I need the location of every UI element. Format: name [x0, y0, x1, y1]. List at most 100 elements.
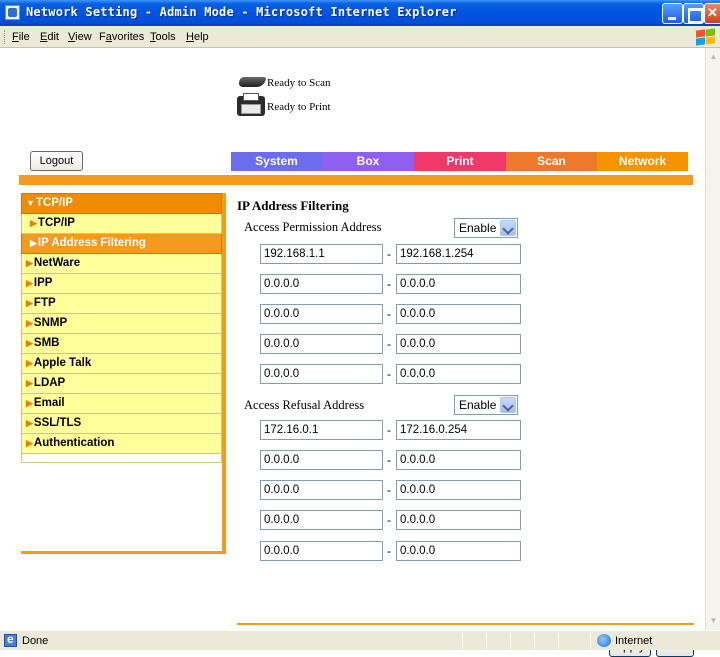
vertical-scrollbar[interactable]: ▲ ▼ [705, 48, 720, 630]
print-status-text: Ready to Print [267, 101, 331, 113]
arrow-icon: ▶ [26, 278, 33, 288]
permission-start-ip-5[interactable]: 0.0.0.0 [260, 364, 383, 384]
permission-end-ip-2[interactable]: 0.0.0.0 [396, 274, 521, 294]
nav-item-label: Authentication [33, 437, 115, 449]
menu-view[interactable]: View [68, 31, 92, 43]
nav-item-ftp[interactable]: ▶FTP [21, 294, 222, 314]
refusal-mode-select[interactable]: Enable [454, 395, 518, 415]
chevron-down-icon[interactable] [500, 397, 516, 413]
arrow-icon: ▶ [26, 318, 33, 328]
refusal-start-ip-3[interactable]: 0.0.0.0 [260, 480, 383, 500]
range-dash: - [387, 277, 391, 291]
menu-edit[interactable]: Edit [40, 31, 59, 43]
scanner-icon [237, 77, 267, 87]
status-separator [486, 633, 487, 649]
sidenav-edge [222, 193, 226, 554]
window-title: Network Setting - Admin Mode - Microsoft… [26, 5, 457, 19]
menu-favorites[interactable]: Favorites [99, 31, 144, 43]
tab-system[interactable]: System [231, 152, 322, 171]
nav-item-snmp[interactable]: ▶SNMP [21, 314, 222, 334]
refusal-end-ip-1[interactable]: 172.16.0.254 [396, 420, 521, 440]
nav-item-netware[interactable]: ▶NetWare [21, 254, 222, 274]
status-separator [590, 633, 591, 649]
internet-zone-icon [597, 634, 611, 647]
arrow-icon: ▶ [26, 438, 33, 448]
tab-network[interactable]: Network [597, 152, 688, 171]
refusal-end-ip-4[interactable]: 0.0.0.0 [396, 510, 521, 530]
nav-group-label: TCP/IP [35, 197, 73, 209]
tab-scan[interactable]: Scan [506, 152, 597, 171]
refusal-label: Access Refusal Address [244, 398, 365, 412]
nav-item-label: SMB [33, 337, 60, 349]
range-dash: - [387, 337, 391, 351]
toolbar-grip[interactable] [4, 30, 7, 44]
scroll-up-icon[interactable]: ▲ [707, 50, 720, 64]
range-dash: - [387, 423, 391, 437]
nav-item-label: LDAP [33, 377, 66, 389]
permission-range-3: 0.0.0.0 - 0.0.0.0 [260, 304, 522, 324]
menu-bar: File Edit View Favorites Tools Help [0, 26, 720, 48]
refusal-start-ip-2[interactable]: 0.0.0.0 [260, 450, 383, 470]
menu-tools[interactable]: Tools [150, 31, 176, 43]
range-dash: - [387, 247, 391, 261]
arrow-icon: ▶ [26, 358, 33, 368]
arrow-icon: ▶ [26, 298, 33, 308]
nav-item-email[interactable]: ▶Email [21, 394, 222, 414]
range-dash: - [387, 544, 391, 558]
permission-start-ip-3[interactable]: 0.0.0.0 [260, 304, 383, 324]
nav-item-smb[interactable]: ▶SMB [21, 334, 222, 354]
nav-item-ssl-tls[interactable]: ▶SSL/TLS [21, 414, 222, 434]
permission-start-ip-4[interactable]: 0.0.0.0 [260, 334, 383, 354]
nav-item-ip-address-filtering[interactable]: ▶IP Address Filtering [21, 234, 222, 254]
logout-button[interactable]: Logout [30, 151, 83, 171]
nav-item-authentication[interactable]: ▶Authentication [21, 434, 222, 454]
browser-window: Network Setting - Admin Mode - Microsoft… [0, 0, 720, 657]
range-dash: - [387, 453, 391, 467]
permission-start-ip-2[interactable]: 0.0.0.0 [260, 274, 383, 294]
nav-item-ipp[interactable]: ▶IPP [21, 274, 222, 294]
security-zone: Internet [615, 635, 653, 647]
scroll-down-icon[interactable]: ▼ [707, 614, 720, 628]
nav-group-tcpip[interactable]: ▼TCP/IP [21, 193, 222, 214]
close-button[interactable] [704, 3, 720, 24]
tab-print[interactable]: Print [414, 152, 506, 171]
arrow-icon: ▶ [26, 338, 33, 348]
permission-end-ip-4[interactable]: 0.0.0.0 [396, 334, 521, 354]
refusal-start-ip-5[interactable]: 0.0.0.0 [260, 541, 383, 561]
nav-item-apple-talk[interactable]: ▶Apple Talk [21, 354, 222, 374]
nav-item-ldap[interactable]: ▶LDAP [21, 374, 222, 394]
permission-start-ip-1[interactable]: 192.168.1.1 [260, 244, 383, 264]
nav-item-label: SSL/TLS [33, 417, 82, 429]
nav-item-tcpip[interactable]: ▶TCP/IP [21, 214, 222, 234]
nav-item-label: FTP [33, 297, 56, 309]
nav-item-label: Email [33, 397, 65, 409]
title-bar[interactable]: Network Setting - Admin Mode - Microsoft… [0, 0, 720, 26]
menu-file[interactable]: File [12, 31, 30, 43]
minimize-button[interactable] [662, 3, 683, 24]
permission-end-ip-5[interactable]: 0.0.0.0 [396, 364, 521, 384]
refusal-start-ip-1[interactable]: 172.16.0.1 [260, 420, 383, 440]
page-done-icon [4, 632, 17, 647]
arrow-icon: ▶ [30, 238, 37, 248]
arrow-icon: ▶ [26, 398, 33, 408]
permission-range-1: 192.168.1.1 - 192.168.1.254 [260, 244, 522, 264]
refusal-end-ip-3[interactable]: 0.0.0.0 [396, 480, 521, 500]
arrow-icon: ▶ [26, 418, 33, 428]
refusal-start-ip-4[interactable]: 0.0.0.0 [260, 510, 383, 530]
windows-logo-icon [694, 28, 716, 46]
refusal-mode-value: Enable [459, 398, 497, 412]
chevron-down-icon[interactable] [500, 220, 516, 236]
tab-box[interactable]: Box [322, 152, 414, 171]
permission-end-ip-1[interactable]: 192.168.1.254 [396, 244, 521, 264]
permission-range-4: 0.0.0.0 - 0.0.0.0 [260, 334, 522, 354]
refusal-end-ip-2[interactable]: 0.0.0.0 [396, 450, 521, 470]
refusal-end-ip-5[interactable]: 0.0.0.0 [396, 541, 521, 561]
page-title: IP Address Filtering [237, 198, 349, 213]
permission-end-ip-3[interactable]: 0.0.0.0 [396, 304, 521, 324]
permission-mode-select[interactable]: Enable [454, 218, 518, 238]
maximize-button[interactable] [683, 3, 704, 24]
permission-label: Access Permission Address [244, 220, 382, 234]
status-separator [534, 633, 535, 649]
menu-help[interactable]: Help [186, 31, 209, 43]
status-separator [462, 633, 463, 649]
